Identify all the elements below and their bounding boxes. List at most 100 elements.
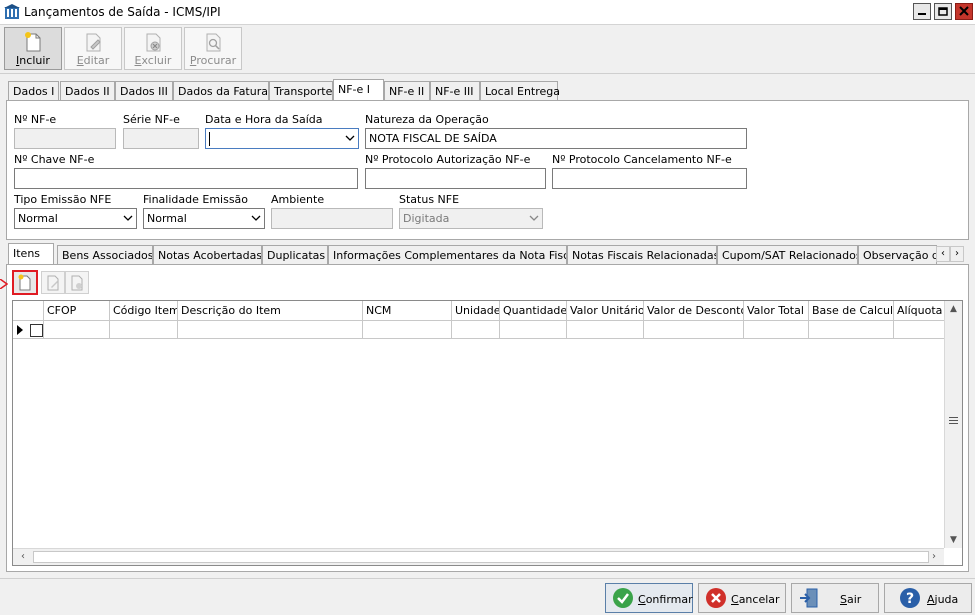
scroll-up-icon[interactable]: ▲ <box>945 301 962 317</box>
maximize-icon <box>938 7 948 16</box>
editar-button[interactable]: Editar <box>64 27 122 70</box>
sair-button[interactable]: Sair <box>791 583 879 613</box>
tab-dados-iii[interactable]: Dados III <box>115 81 173 100</box>
col-cfop[interactable]: CFOP <box>44 301 110 321</box>
protocolo-canc-field[interactable] <box>552 168 747 189</box>
cell-ncm[interactable] <box>363 321 452 339</box>
tab-scroll-left-button[interactable]: ‹ <box>936 246 950 262</box>
chevron-down-icon[interactable] <box>251 213 261 223</box>
cell-descricao[interactable] <box>178 321 363 339</box>
tab-duplicatas[interactable]: Duplicatas <box>262 245 328 265</box>
scroll-down-icon[interactable]: ▼ <box>945 532 962 548</box>
chave-label: Nº Chave NF-e <box>14 153 95 166</box>
add-item-button[interactable] <box>12 270 38 295</box>
tab-notas-acobertadas[interactable]: Notas Acobertadas <box>153 245 262 265</box>
chave-field[interactable] <box>14 168 358 189</box>
row-pointer-icon <box>17 325 23 335</box>
cell-valor-desconto[interactable] <box>644 321 744 339</box>
cell-base-calculo[interactable] <box>809 321 894 339</box>
ambiente-field[interactable] <box>271 208 393 229</box>
tab-observacao[interactable]: Observação do <box>858 245 937 265</box>
confirmar-label: onfirmar <box>645 593 693 606</box>
nf-e-label: Nº NF-e <box>14 113 57 126</box>
ajuda-label: juda <box>934 593 959 606</box>
cell-unidade[interactable] <box>452 321 500 339</box>
natureza-field[interactable]: NOTA FISCAL DE SAÍDA <box>365 128 747 149</box>
tab-cupom-sat-relacionados[interactable]: Cupom/SAT Relacionados <box>717 245 858 265</box>
tab-dados-ii[interactable]: Dados II <box>60 81 115 100</box>
col-ncm[interactable]: NCM <box>363 301 452 321</box>
col-base-calculo[interactable]: Base de Calculo <box>809 301 894 321</box>
col-valor-unitario[interactable]: Valor Unitário <box>567 301 644 321</box>
tab-nf-e-ii[interactable]: NF-e II <box>384 81 430 100</box>
cancelar-button[interactable]: Cancelar <box>698 583 786 613</box>
finalidade-value: Normal <box>147 212 187 225</box>
col-valor-total[interactable]: Valor Total <box>744 301 809 321</box>
chevron-down-icon[interactable] <box>345 133 355 143</box>
chevron-down-icon[interactable] <box>123 213 133 223</box>
confirmar-button[interactable]: Confirmar <box>605 583 693 613</box>
cell-aliquota[interactable] <box>894 321 944 339</box>
grid-header-indicator <box>13 301 44 321</box>
tab-nf-e-i[interactable]: NF-e I <box>333 79 384 101</box>
tab-itens[interactable]: Itens <box>8 243 54 265</box>
tab-dados-i[interactable]: Dados I <box>8 81 59 100</box>
edit-item-button[interactable] <box>41 271 65 294</box>
col-valor-desconto[interactable]: Valor de Desconto <box>644 301 744 321</box>
row-checkbox[interactable] <box>30 324 43 337</box>
vertical-scrollbar[interactable]: ▲ ▼ <box>944 301 962 548</box>
table-row[interactable] <box>13 321 944 339</box>
maximize-button[interactable] <box>934 3 952 20</box>
natureza-label: Natureza da Operação <box>365 113 489 126</box>
tab-transporte[interactable]: Transporte <box>269 81 333 100</box>
finalidade-select[interactable]: Normal <box>143 208 265 229</box>
status-select[interactable]: Digitada <box>399 208 543 229</box>
tab-local-entrega[interactable]: Local Entrega <box>480 81 560 100</box>
tab-bens-associados[interactable]: Bens Associados <box>57 245 153 265</box>
text-cursor <box>209 132 210 146</box>
edit-document-icon <box>86 33 101 52</box>
tipo-emissao-select[interactable]: Normal <box>14 208 137 229</box>
incluir-button[interactable]: Incluir <box>4 27 62 70</box>
cell-valor-unitario[interactable] <box>567 321 644 339</box>
tab-dados-da-fatura[interactable]: Dados da Fatura <box>173 81 269 100</box>
tipo-emissao-value: Normal <box>18 212 58 225</box>
minimize-button[interactable] <box>913 3 931 20</box>
close-button[interactable] <box>955 3 973 20</box>
grid-header: CFOP Código Item Descrição do Item NCM U… <box>13 301 944 321</box>
scroll-right-icon[interactable]: › <box>926 549 942 565</box>
delete-item-button[interactable] <box>65 271 89 294</box>
tab-nf-e-iii[interactable]: NF-e III <box>430 81 480 100</box>
ambiente-label: Ambiente <box>271 193 325 206</box>
sub-tabs: Itens Bens Associados Notas Acobertadas … <box>8 243 968 265</box>
excluir-button[interactable]: Excluir <box>124 27 182 70</box>
cell-quantidade[interactable] <box>500 321 567 339</box>
status-label: Status NFE <box>399 193 460 206</box>
tab-scroll-right-button[interactable]: › <box>950 246 964 262</box>
protocolo-aut-field[interactable] <box>365 168 546 189</box>
procurar-button[interactable]: Procurar <box>184 27 242 70</box>
horizontal-scroll-thumb[interactable] <box>33 551 929 563</box>
new-document-icon <box>18 274 31 291</box>
svg-text:?: ? <box>906 591 914 607</box>
tipo-emissao-label: Tipo Emissão NFE <box>14 193 112 206</box>
horizontal-scrollbar[interactable]: ‹ › <box>13 548 944 565</box>
serie-field[interactable] <box>123 128 199 149</box>
tab-informacoes-complementares[interactable]: Informações Complementares da Nota Fisca… <box>328 245 567 265</box>
scroll-left-icon[interactable]: ‹ <box>15 549 31 565</box>
col-descricao-item[interactable]: Descrição do Item <box>178 301 363 321</box>
nf-e-field[interactable] <box>14 128 116 149</box>
col-codigo-item[interactable]: Código Item <box>110 301 178 321</box>
cell-valor-total[interactable] <box>744 321 809 339</box>
ajuda-button[interactable]: ? Ajuda <box>884 583 972 613</box>
col-quantidade[interactable]: Quantidade <box>500 301 567 321</box>
row-indicator <box>13 321 44 339</box>
scroll-grip-icon[interactable] <box>949 417 958 424</box>
data-hora-field[interactable] <box>205 128 359 149</box>
delete-document-icon <box>71 275 83 291</box>
tab-notas-fiscais-relacionadas[interactable]: Notas Fiscais Relacionadas <box>567 245 717 265</box>
cell-cfop[interactable] <box>44 321 110 339</box>
col-unidade[interactable]: Unidade <box>452 301 500 321</box>
col-aliquota[interactable]: Alíquota <box>894 301 944 321</box>
cell-codigo[interactable] <box>110 321 178 339</box>
